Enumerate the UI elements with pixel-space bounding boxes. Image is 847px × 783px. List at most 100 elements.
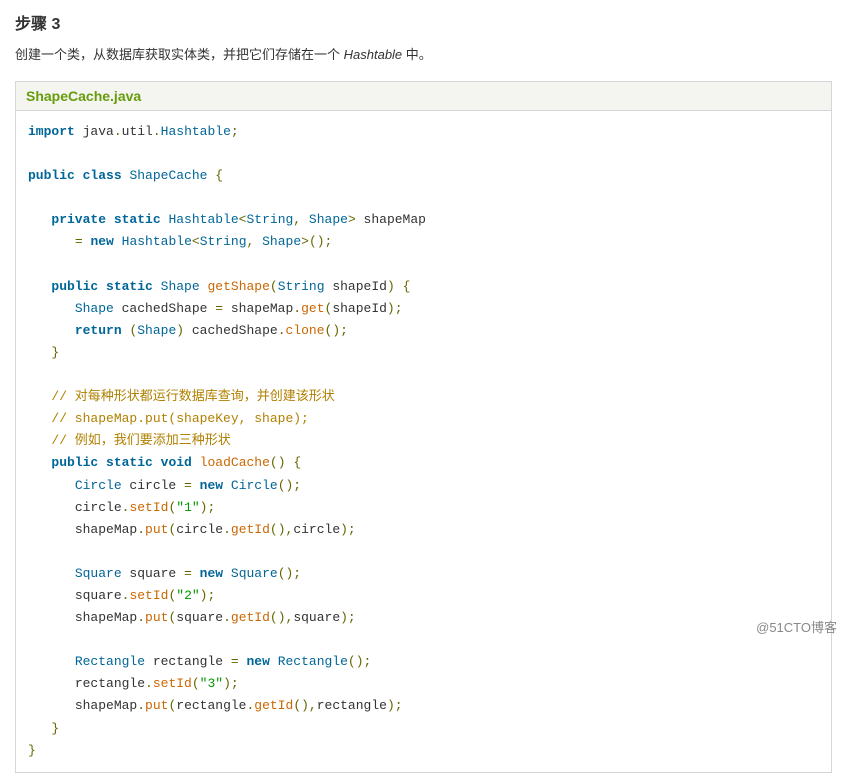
code-token: loadCache xyxy=(200,455,270,470)
code-token: } xyxy=(51,721,59,736)
code-token: Shape xyxy=(75,301,114,316)
code-token: Shape xyxy=(262,234,301,249)
code-token: new xyxy=(90,234,113,249)
code-token: getId xyxy=(231,522,270,537)
code-token: Shape xyxy=(309,212,348,227)
code-token: Hashtable xyxy=(122,234,192,249)
code-token: class xyxy=(83,168,122,183)
code-token: circle xyxy=(176,522,223,537)
code-token: shapeMap xyxy=(75,610,137,625)
code-token: static xyxy=(114,212,161,227)
code-token: setId xyxy=(153,676,192,691)
code-token: Square xyxy=(231,566,278,581)
code-token: shapeMap xyxy=(223,301,293,316)
code-token: ); xyxy=(340,522,356,537)
code-token: circle xyxy=(75,500,122,515)
desc-post: 中。 xyxy=(402,47,432,62)
code-token: Rectangle xyxy=(75,654,145,669)
code-token: put xyxy=(145,610,168,625)
code-token: . xyxy=(137,610,145,625)
code-token: circle xyxy=(122,478,184,493)
code-token: getId xyxy=(231,610,270,625)
code-token: (); xyxy=(325,323,348,338)
code-token: shapeMap xyxy=(75,522,137,537)
code-token: ) xyxy=(387,279,395,294)
code-comment: // shapeMap.put(shapeKey, shape); xyxy=(51,411,308,426)
code-token: { xyxy=(293,455,301,470)
file-header: ShapeCache.java xyxy=(15,81,832,110)
desc-em: Hashtable xyxy=(344,47,403,62)
code-token: (), xyxy=(270,610,293,625)
code-token: . xyxy=(223,522,231,537)
code-token: Circle xyxy=(75,478,122,493)
code-token: "3" xyxy=(200,676,223,691)
code-token: . xyxy=(114,124,122,139)
code-token: Shape xyxy=(137,323,176,338)
code-token: rectangle xyxy=(145,654,231,669)
code-token: (); xyxy=(348,654,371,669)
code-token: setId xyxy=(129,500,168,515)
code-token: , xyxy=(293,212,301,227)
code-token: ); xyxy=(387,301,403,316)
code-token: new xyxy=(200,478,223,493)
code-token: { xyxy=(215,168,223,183)
code-token: return xyxy=(75,323,122,338)
code-token: { xyxy=(403,279,411,294)
code-token: new xyxy=(246,654,269,669)
code-token: put xyxy=(145,698,168,713)
code-token: Hashtable xyxy=(168,212,238,227)
code-token: (), xyxy=(293,698,316,713)
code-token: cachedShape xyxy=(114,301,215,316)
step-description: 创建一个类，从数据库获取实体类，并把它们存储在一个 Hashtable 中。 xyxy=(15,44,832,63)
code-token: () xyxy=(270,455,286,470)
code-token: Square xyxy=(75,566,122,581)
code-comment: // 对每种形状都运行数据库查询，并创建该形状 xyxy=(51,389,334,404)
code-token: private xyxy=(51,212,106,227)
code-token: ); xyxy=(340,610,356,625)
code-token: rectangle xyxy=(317,698,387,713)
code-token: clone xyxy=(286,323,325,338)
code-token: new xyxy=(200,566,223,581)
code-token: square xyxy=(122,566,184,581)
code-token: ); xyxy=(200,500,216,515)
code-token: cachedShape xyxy=(184,323,278,338)
code-token: . xyxy=(137,522,145,537)
step-heading: 步骤 3 xyxy=(15,10,832,34)
code-token: } xyxy=(51,345,59,360)
code-token: Shape xyxy=(161,279,200,294)
code-token: void xyxy=(161,455,192,470)
code-token: "1" xyxy=(176,500,199,515)
code-token: String xyxy=(200,234,247,249)
code-token: public xyxy=(28,168,75,183)
code-token: public xyxy=(51,455,98,470)
code-token: rectangle xyxy=(176,698,246,713)
code-comment: // 例如，我们要添加三种形状 xyxy=(51,433,230,448)
code-token: "2" xyxy=(176,588,199,603)
code-token: import xyxy=(28,124,75,139)
code-token: . xyxy=(145,676,153,691)
code-token: ; xyxy=(231,124,239,139)
desc-pre: 创建一个类，从数据库获取实体类，并把它们存储在一个 xyxy=(15,47,344,62)
code-token: < xyxy=(192,234,200,249)
code-token: (), xyxy=(270,522,293,537)
code-token: static xyxy=(106,279,153,294)
code-token: . xyxy=(278,323,286,338)
code-token: util xyxy=(122,124,153,139)
code-token: . xyxy=(153,124,161,139)
code-token: >(); xyxy=(301,234,332,249)
code-token: square xyxy=(75,588,122,603)
code-token: setId xyxy=(129,588,168,603)
code-token: shapeMap xyxy=(75,698,137,713)
code-token: = xyxy=(215,301,223,316)
code-token: . xyxy=(246,698,254,713)
code-token: ); xyxy=(223,676,239,691)
code-token: square xyxy=(176,610,223,625)
code-token: Rectangle xyxy=(278,654,348,669)
code-token: ( xyxy=(168,698,176,713)
code-token: static xyxy=(106,455,153,470)
code-token: (); xyxy=(278,566,301,581)
code-token: . xyxy=(293,301,301,316)
code-token: = xyxy=(75,234,83,249)
code-token: rectangle xyxy=(75,676,145,691)
code-token: = xyxy=(184,478,192,493)
